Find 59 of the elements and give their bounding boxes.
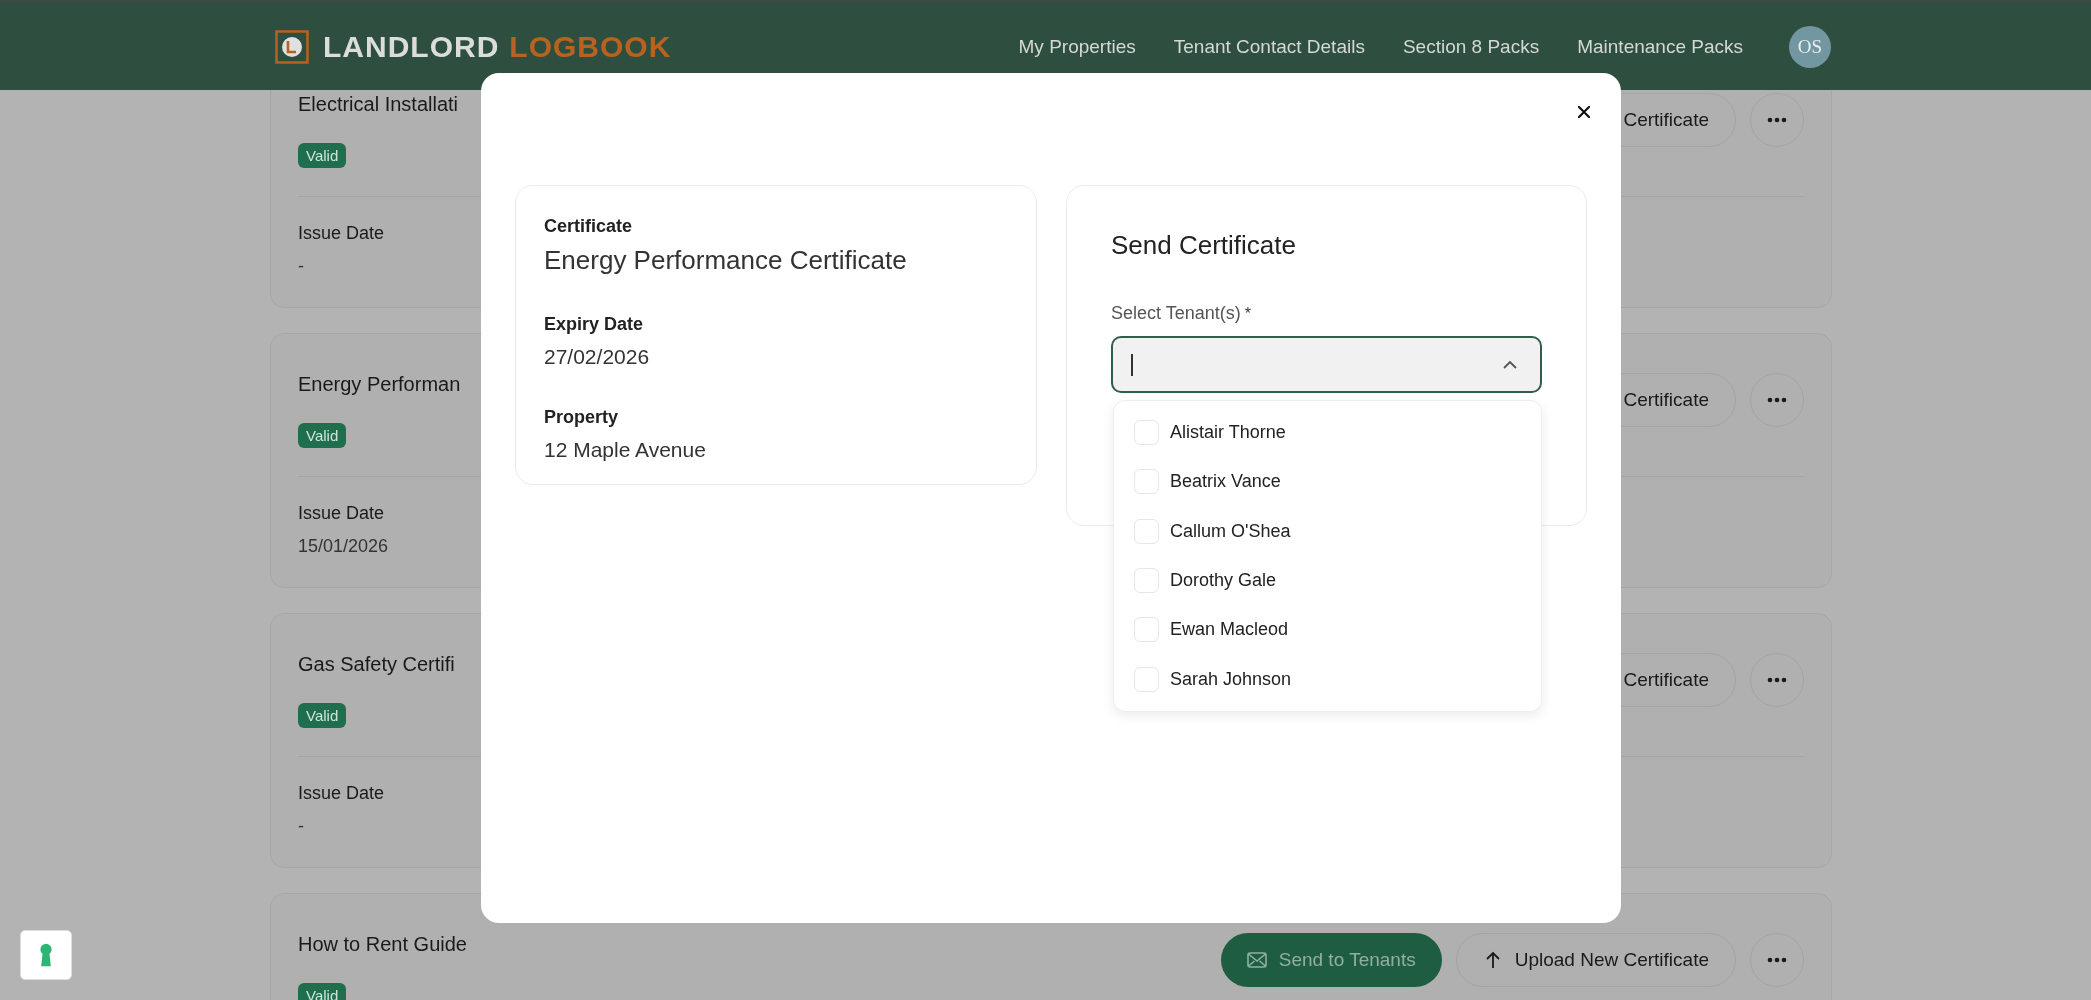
checkbox[interactable] xyxy=(1134,420,1159,446)
tenant-name: Callum O'Shea xyxy=(1170,520,1291,542)
issue-date-label: Issue Date xyxy=(298,503,385,524)
help-button[interactable] xyxy=(20,930,72,980)
nav-link[interactable]: Maintenance Packs xyxy=(1577,35,1743,58)
nav-link[interactable]: My Properties xyxy=(1018,35,1136,58)
brand-name: LANDLORD xyxy=(323,29,500,64)
tenant-name: Dorothy Gale xyxy=(1170,570,1277,592)
detail-label: Property xyxy=(544,407,620,428)
tenant-name: Sarah Johnson xyxy=(1170,668,1292,690)
keyhole-icon xyxy=(38,943,54,967)
brand-name: LOGBOOK xyxy=(509,29,672,64)
nav-link[interactable]: Section 8 Packs xyxy=(1402,35,1540,58)
status-badge: Valid xyxy=(298,703,347,728)
issue-date-value: - xyxy=(298,816,304,837)
field-label: Select Tenant(s) xyxy=(1111,303,1241,324)
checkbox[interactable] xyxy=(1134,617,1159,643)
issue-date-value: 15/01/2026 xyxy=(298,536,389,557)
detail-value: 27/02/2026 xyxy=(544,345,651,369)
tenant-name: Alistair Thorne xyxy=(1170,422,1286,444)
upload-button[interactable]: Upload New Certificate xyxy=(1455,933,1736,987)
close-icon xyxy=(1577,105,1591,119)
issue-date-label: Issue Date xyxy=(298,783,385,804)
checkbox[interactable] xyxy=(1134,469,1159,495)
text-cursor xyxy=(1131,353,1133,376)
tenant-name: Ewan Macleod xyxy=(1170,619,1289,641)
certificate-title: How to Rent Guide xyxy=(298,933,467,956)
tenant-select-field[interactable] xyxy=(1111,336,1542,393)
issue-date-label: Issue Date xyxy=(298,223,385,244)
checkbox[interactable] xyxy=(1134,518,1159,544)
tenant-option[interactable]: Sarah Johnson xyxy=(1114,654,1541,704)
nav-link[interactable]: Tenant Contact Details xyxy=(1173,35,1365,58)
panel-title: Send Certificate xyxy=(1111,230,1297,261)
checkbox[interactable] xyxy=(1134,568,1159,594)
tenant-option[interactable]: Callum O'Shea xyxy=(1114,506,1541,556)
certificate-title: Gas Safety Certifi xyxy=(298,653,455,676)
more-icon xyxy=(1767,117,1787,123)
required-mark: * xyxy=(1244,305,1251,323)
tenant-option[interactable]: Dorothy Gale xyxy=(1114,555,1541,606)
status-badge: Valid xyxy=(298,423,347,448)
more-icon xyxy=(1767,677,1787,683)
logo-icon xyxy=(275,29,309,64)
certificate-title: Energy Performan xyxy=(298,373,461,396)
mail-icon xyxy=(1246,951,1267,969)
detail-value: Energy Performance Certificate xyxy=(544,245,908,276)
chevron-up-icon xyxy=(1502,359,1518,370)
tenant-option[interactable]: Alistair Thorne xyxy=(1114,408,1541,458)
certificate-title: Electrical Installati xyxy=(298,93,459,116)
checkbox[interactable] xyxy=(1134,666,1159,692)
detail-label: Expiry Date xyxy=(544,314,645,335)
issue-date-value: - xyxy=(298,256,304,277)
detail-value: 12 Maple Avenue xyxy=(544,438,707,462)
tenant-option[interactable]: Ewan Macleod xyxy=(1114,605,1541,655)
status-badge: Valid xyxy=(298,143,347,168)
detail-label: Certificate xyxy=(544,216,634,237)
more-icon xyxy=(1767,397,1787,403)
tenant-option[interactable]: Beatrix Vance xyxy=(1114,457,1541,507)
more-icon xyxy=(1767,957,1787,963)
tenant-name: Beatrix Vance xyxy=(1170,471,1281,493)
